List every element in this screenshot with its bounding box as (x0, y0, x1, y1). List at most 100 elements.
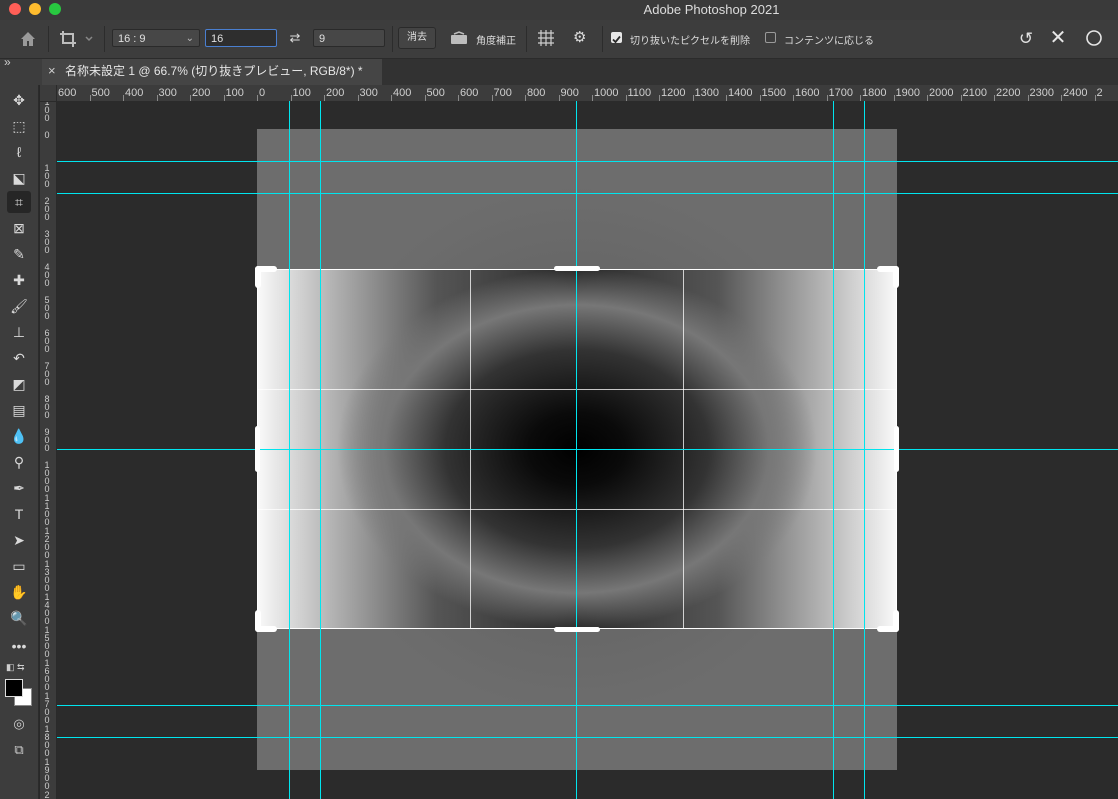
ruler-label: 600 (58, 87, 77, 99)
dodge-tool-icon[interactable]: ⚲ (7, 451, 31, 473)
ruler-origin (40, 85, 57, 102)
delete-cropped-checkbox[interactable] (611, 32, 622, 44)
crop-handle-top-right[interactable] (893, 266, 899, 288)
lasso-tool-icon[interactable]: ℓ (7, 141, 31, 163)
guide-line[interactable] (57, 193, 1118, 194)
ruler-label: 1700 (828, 87, 853, 99)
guide-line[interactable] (864, 101, 865, 799)
guide-line[interactable] (833, 101, 834, 799)
ruler-label: 0 (44, 649, 50, 659)
reset-icon[interactable]: ↺ (1016, 29, 1036, 49)
rectangle-tool-icon[interactable]: ▭ (7, 555, 31, 577)
ruler-label: 0 (44, 484, 50, 494)
path-select-tool-icon[interactable]: ➤ (7, 529, 31, 551)
ruler-label: 900 (560, 87, 579, 99)
crop-handle-top-left[interactable] (255, 266, 261, 288)
panel-collapse-strip: » (0, 55, 42, 85)
ruler-label: 0 (259, 87, 266, 99)
ruler-label: 1300 (694, 87, 719, 99)
crop-height-input[interactable]: 9 (313, 29, 385, 47)
history-brush-tool-icon[interactable]: ↶ (7, 347, 31, 369)
tools-panel: ✥ ⬚ ℓ ⬕ ⌗ ⊠ ✎ ✚ 🖌 ⊥ ↶ ◩ ▤ 💧 ⚲ ✒ T ➤ ▭ ✋ 🔍 ••• ◧ ⇆ ◎ ⧉ (0, 85, 39, 799)
options-bar: 16 : 9 ⌄ 16 ⇄ 9 消去 角度補正 ⚙ 切り抜いたピクセルを削除 コ… (0, 20, 1118, 59)
home-icon[interactable] (18, 29, 38, 49)
content-aware-checkbox[interactable] (765, 32, 776, 43)
gear-icon[interactable]: ⚙ (573, 29, 591, 47)
chevron-down-icon: ⌄ (185, 33, 194, 44)
type-tool-icon[interactable]: T (7, 503, 31, 525)
ruler-label: 1500 (761, 87, 786, 99)
frame-tool-icon[interactable]: ⊠ (7, 217, 31, 239)
quick-mask-icon[interactable]: ◎ (7, 713, 31, 735)
ruler-label: 0 (44, 377, 50, 387)
guide-line[interactable] (289, 101, 290, 799)
content-aware-label[interactable]: コンテンツに応じる (784, 32, 874, 47)
straighten-icon[interactable] (450, 31, 468, 45)
ruler-label: 2300 (1029, 87, 1054, 99)
crop-tool-preset-icon[interactable] (58, 29, 98, 49)
crop-handle-left[interactable] (255, 426, 260, 472)
pen-tool-icon[interactable]: ✒ (7, 477, 31, 499)
clear-button[interactable]: 消去 (398, 27, 436, 49)
ruler-label: 0 (44, 682, 50, 692)
more-tools-icon[interactable]: ••• (7, 635, 31, 657)
vertical-ruler: 1000100200300400500600700800900100011001… (40, 101, 57, 799)
zoom-tool-icon[interactable]: 🔍 (7, 607, 31, 629)
guide-line[interactable] (576, 101, 577, 799)
straighten-label[interactable]: 角度補正 (476, 32, 516, 47)
swap-colors-icon[interactable]: ◧ ⇆ (6, 662, 30, 674)
brush-tool-icon[interactable]: 🖌 (7, 295, 31, 317)
gradient-tool-icon[interactable]: ▤ (7, 399, 31, 421)
aspect-ratio-select[interactable]: 16 : 9 ⌄ (112, 29, 200, 47)
ruler-label: 0 (44, 550, 50, 560)
hand-tool-icon[interactable]: ✋ (7, 581, 31, 603)
crop-tool-icon[interactable]: ⌗ (7, 191, 31, 213)
eraser-tool-icon[interactable]: ◩ (7, 373, 31, 395)
cancel-crop-icon[interactable]: ✕ (1048, 28, 1068, 48)
foreground-color-swatch[interactable] (5, 679, 23, 697)
guide-line[interactable] (57, 737, 1118, 738)
ruler-label: 2 (1096, 87, 1103, 99)
blur-tool-icon[interactable]: 💧 (7, 425, 31, 447)
move-tool-icon[interactable]: ✥ (7, 89, 31, 111)
canvas-area[interactable] (57, 101, 1118, 799)
crop-handle-right[interactable] (894, 426, 899, 472)
collapse-panels-icon[interactable]: » (4, 55, 11, 69)
ruler-label: 0 (44, 715, 50, 725)
screen-mode-icon[interactable]: ⧉ (7, 739, 31, 761)
guide-line[interactable] (57, 705, 1118, 706)
guide-line[interactable] (57, 449, 1118, 450)
eyedropper-tool-icon[interactable]: ✎ (7, 243, 31, 265)
ruler-label: 1400 (728, 87, 753, 99)
guide-line[interactable] (57, 161, 1118, 162)
ruler-label: 1200 (661, 87, 686, 99)
ruler-label: 0 (44, 781, 50, 791)
crop-handle-top[interactable] (554, 266, 600, 271)
marquee-tool-icon[interactable]: ⬚ (7, 115, 31, 137)
object-select-tool-icon[interactable]: ⬕ (7, 167, 31, 189)
document-tab[interactable]: × 名称未設定 1 @ 66.7% (切り抜きプレビュー, RGB/8*) * (42, 59, 382, 85)
ruler-label: 2400 (1063, 87, 1088, 99)
ruler-label: 300 (359, 87, 378, 99)
crop-handle-bottom[interactable] (554, 627, 600, 632)
delete-cropped-label[interactable]: 切り抜いたピクセルを削除 (630, 32, 750, 47)
ruler-label: 0 (44, 113, 50, 123)
close-tab-icon[interactable]: × (48, 59, 56, 83)
ruler-label: 0 (44, 410, 50, 420)
guide-line[interactable] (320, 101, 321, 799)
clone-stamp-tool-icon[interactable]: ⊥ (7, 321, 31, 343)
ruler-label: 700 (493, 87, 512, 99)
healing-brush-tool-icon[interactable]: ✚ (7, 269, 31, 291)
ruler-label: 200 (326, 87, 345, 99)
ruler-label: 2100 (962, 87, 987, 99)
crop-width-input[interactable]: 16 (205, 29, 277, 47)
swap-dimensions-icon[interactable]: ⇄ (287, 29, 303, 47)
crop-handle-bottom-left[interactable] (255, 610, 261, 632)
overlay-grid-icon[interactable] (537, 29, 555, 47)
crop-handle-bottom-right[interactable] (893, 610, 899, 632)
checkmark-icon (612, 35, 621, 44)
ruler-label: 0 (44, 616, 50, 626)
ruler-label: 2200 (996, 87, 1021, 99)
commit-crop-icon[interactable] (1085, 29, 1103, 47)
window-title: Adobe Photoshop 2021 (643, 2, 780, 17)
